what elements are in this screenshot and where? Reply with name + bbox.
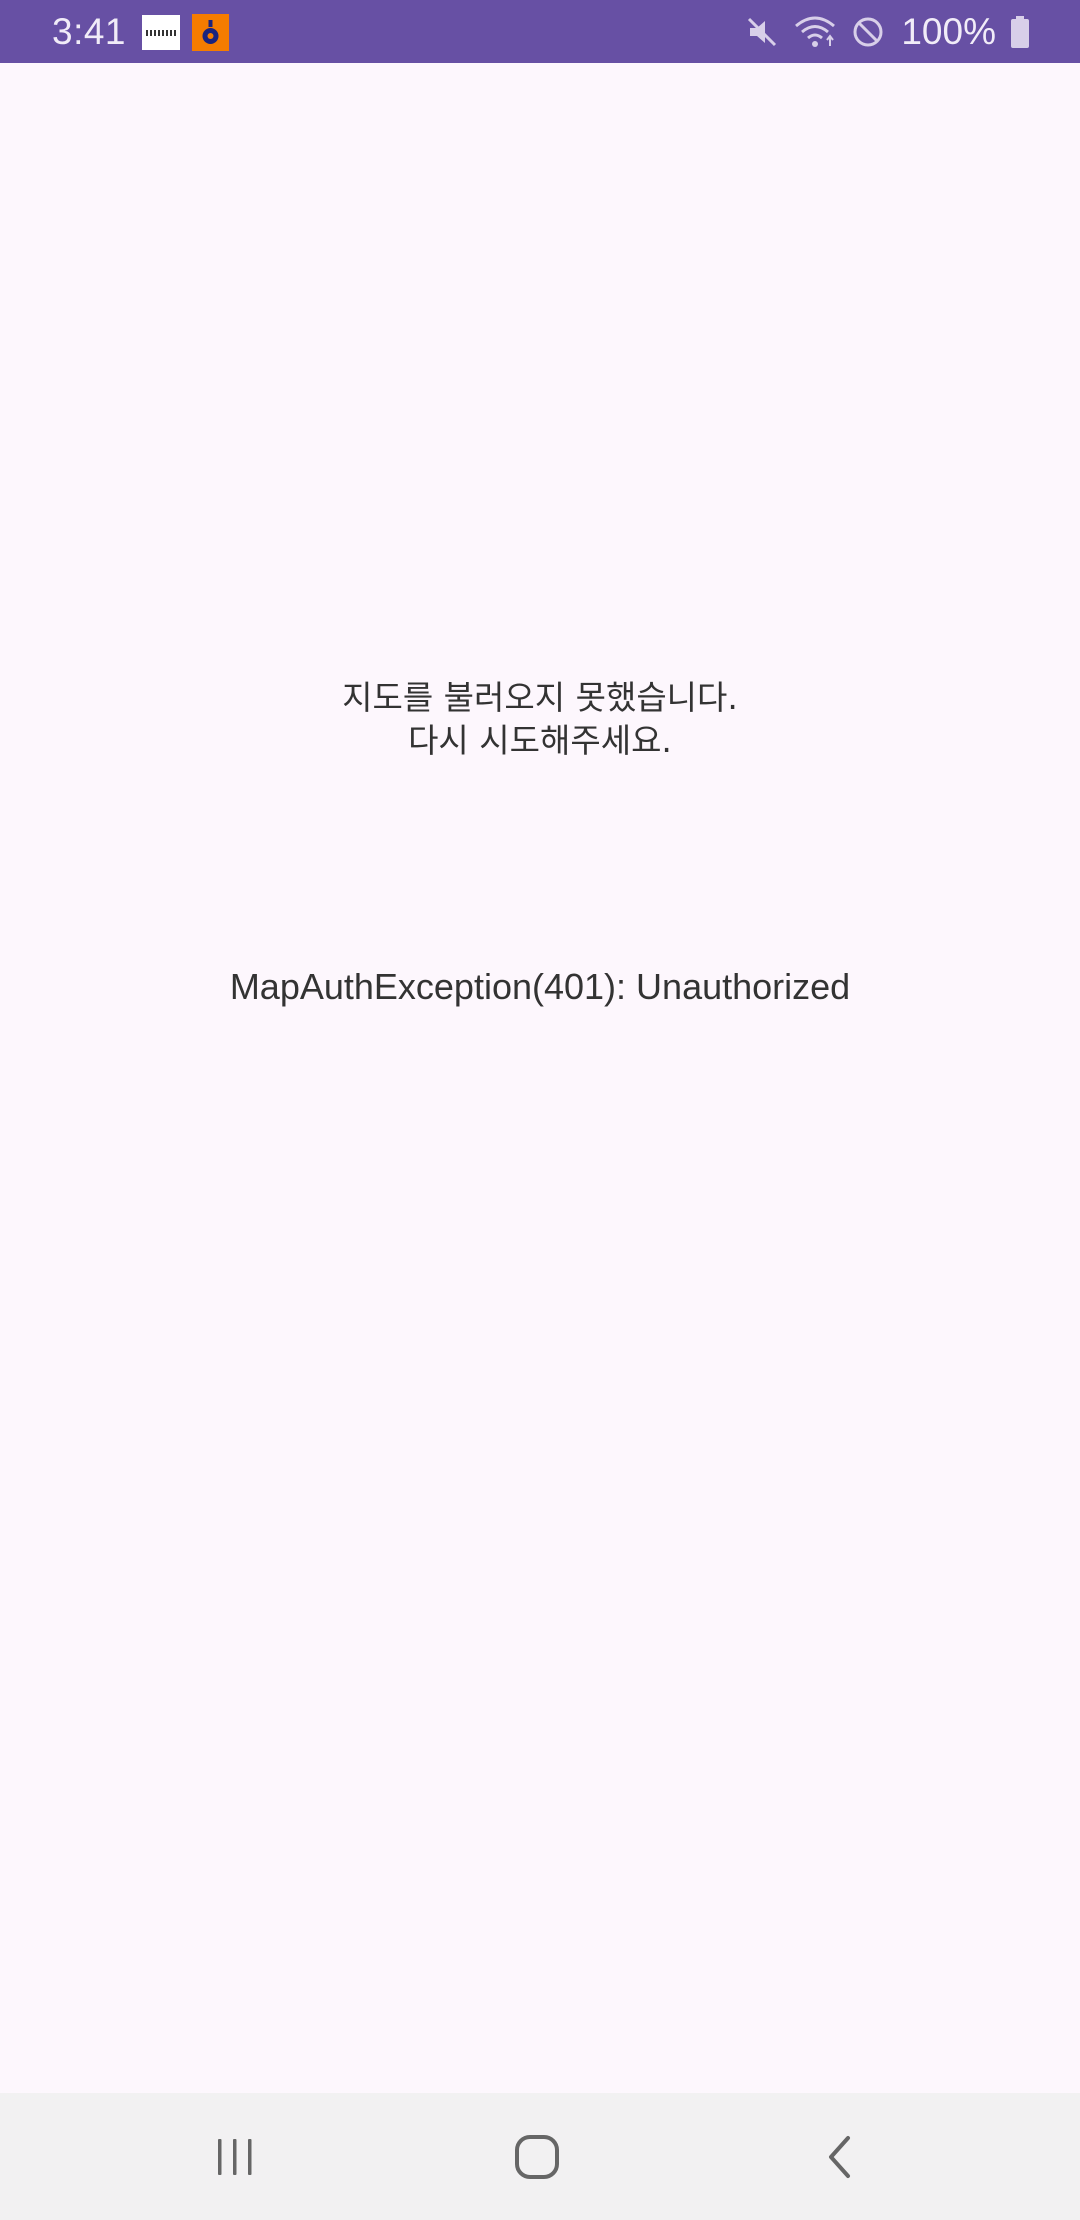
status-time: 3:41 [52,11,127,52]
notification-app-icon [142,15,180,50]
error-line-1: 지도를 불러오지 못했습니다. [342,678,738,717]
recent-apps-icon [218,2138,252,2175]
mute-icon [745,15,779,49]
do-not-disturb-icon [851,15,885,49]
map-error-screen: 지도를 불러오지 못했습니다. 다시 시도해주세요. MapAuthExcept… [0,63,1080,2093]
home-button[interactable] [457,2093,617,2220]
recent-apps-button[interactable] [155,2093,315,2220]
exception-text: MapAuthException(401): Unauthorized [229,966,851,1007]
map-load-error-message: 지도를 불러오지 못했습니다. 다시 시도해주세요. [0,676,1080,762]
battery-percentage: 100% [901,11,996,52]
notification-app-icon-orange [192,14,229,51]
error-line-2: 다시 시도해주세요. [408,721,672,760]
back-icon [829,2135,850,2178]
status-bar: 3:41 100% [0,0,1080,63]
battery-icon [1010,15,1030,49]
status-icons: 100% [745,8,1030,55]
home-icon [515,2134,559,2179]
wifi-icon [793,14,837,50]
navigation-bar [0,2093,1080,2220]
back-button[interactable] [760,2093,920,2220]
